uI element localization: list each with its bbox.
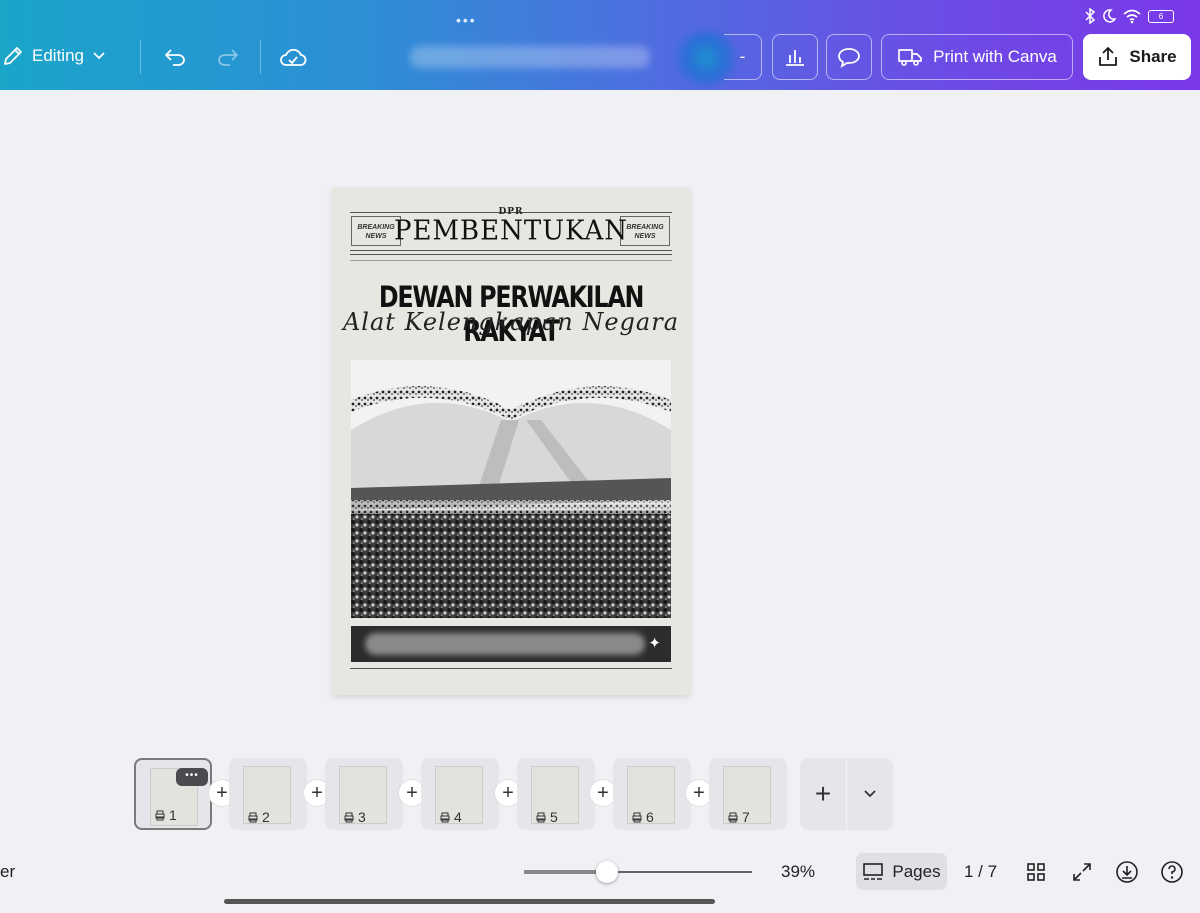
printer-icon — [248, 812, 258, 822]
thumbnail-label: 5 — [535, 809, 558, 825]
design-page[interactable]: DPR BREAKING NEWS BREAKING NEWS PEMBENTU… — [332, 188, 690, 695]
undo-icon — [165, 49, 185, 66]
script-subtitle: Alat Kelengkapan Negara — [342, 308, 680, 336]
zoom-slider-fill — [524, 870, 607, 874]
toolbar-divider — [140, 40, 141, 74]
insights-button[interactable] — [772, 34, 818, 80]
print-label: Print with Canva — [933, 47, 1057, 66]
chevron-down-icon — [93, 52, 105, 60]
download-button[interactable] — [1113, 858, 1141, 886]
printer-icon — [728, 812, 738, 822]
pages-layout-icon — [863, 862, 884, 880]
printer-icon — [440, 812, 450, 822]
page-number: 3 — [358, 809, 366, 825]
status-bar: 6 — [1084, 8, 1174, 24]
rule-line — [350, 254, 672, 255]
page-thumbnail-4[interactable]: 4 — [421, 758, 499, 830]
printer-icon — [344, 812, 354, 822]
thumbnail-label: 1 — [154, 807, 177, 823]
editing-label: Editing — [32, 46, 84, 65]
wifi-icon — [1123, 9, 1141, 24]
thumbnail-label: 7 — [727, 809, 750, 825]
pages-label: Pages — [892, 861, 941, 881]
printer-icon — [632, 812, 642, 822]
moon-icon — [1103, 9, 1116, 23]
printer-icon — [155, 810, 165, 820]
expand-icon — [1073, 863, 1091, 881]
undo-button[interactable] — [160, 40, 190, 74]
redo-button[interactable] — [213, 40, 243, 74]
masthead-title: PEMBENTUKAN — [393, 215, 629, 247]
download-circle-icon — [1116, 861, 1138, 883]
thumbnail-label: 4 — [439, 809, 462, 825]
page-thumbnail-7[interactable]: 7 — [709, 758, 787, 830]
sparkle-icon: ✦ — [648, 635, 661, 652]
add-page-button[interactable]: + — [800, 758, 846, 830]
pages-view-button[interactable]: Pages — [856, 853, 947, 890]
share-button[interactable]: Share — [1083, 34, 1191, 80]
cloud-save-button[interactable] — [278, 40, 308, 74]
page-thumbnail-3[interactable]: 3 — [325, 758, 403, 830]
collab-suffix: - — [739, 47, 746, 66]
page-thumbnail-1[interactable]: ••• 1 — [134, 758, 212, 830]
rule-line — [350, 250, 672, 251]
page-number: 4 — [454, 809, 462, 825]
share-label: Share — [1129, 47, 1177, 66]
caption-text-redacted — [365, 633, 645, 655]
add-page-options-button[interactable] — [847, 758, 893, 830]
grid-view-button[interactable] — [1022, 858, 1050, 886]
page-number: 1 — [169, 807, 177, 823]
page-counter: 1 / 7 — [964, 862, 998, 881]
zoom-level[interactable]: 39% — [781, 862, 815, 882]
toolbar-divider — [260, 40, 261, 74]
rule-line — [350, 260, 672, 261]
crowd-photo — [351, 360, 671, 618]
page-number: 2 — [262, 809, 270, 825]
battery-icon: 6 — [1148, 9, 1174, 23]
thumbnail-label: 2 — [247, 809, 270, 825]
document-title[interactable] — [410, 46, 650, 68]
thumbnail-label: 6 — [631, 809, 654, 825]
comments-button[interactable] — [826, 34, 872, 80]
add-page-group: + — [800, 758, 893, 830]
collaborators-button[interactable]: - — [724, 34, 762, 80]
printer-icon — [536, 812, 546, 822]
page-thumbnail-6[interactable]: 6 — [613, 758, 691, 830]
battery-level: 6 — [1158, 11, 1164, 21]
bar-chart-icon — [786, 50, 804, 66]
thumbnail-label: 3 — [343, 809, 366, 825]
notes-button-partial[interactable]: er — [0, 862, 15, 882]
cloud-check-icon — [280, 48, 307, 66]
redo-icon — [218, 49, 238, 66]
page-thumbnail-5[interactable]: 5 — [517, 758, 595, 830]
truck-icon — [898, 49, 922, 66]
comment-icon — [838, 48, 860, 68]
print-with-canva-button[interactable]: Print with Canva — [881, 34, 1073, 80]
chevron-down-icon — [864, 790, 876, 798]
crowd-photo-drawing — [351, 360, 671, 618]
page-thumbnail-2[interactable]: 2 — [229, 758, 307, 830]
zoom-slider-handle[interactable] — [596, 861, 618, 883]
more-options-button[interactable]: ••• — [176, 768, 208, 786]
page-number: 6 — [646, 809, 654, 825]
multitask-dots-icon[interactable]: ••• — [456, 12, 477, 28]
home-indicator — [224, 899, 715, 904]
plus-icon: + — [814, 778, 832, 809]
help-icon — [1161, 861, 1183, 883]
upload-icon — [1099, 47, 1118, 66]
top-toolbar: ••• 6 Editing - Print with Canva Share — [0, 0, 1200, 90]
page-number: 5 — [550, 809, 558, 825]
fullscreen-button[interactable] — [1068, 858, 1096, 886]
page-number: 7 — [742, 809, 750, 825]
rule-line — [350, 668, 672, 669]
grid-icon — [1027, 863, 1045, 881]
caption-banner: ✦ — [351, 626, 671, 662]
help-button[interactable] — [1158, 858, 1186, 886]
editing-mode-button[interactable]: Editing — [0, 36, 106, 76]
pencil-icon — [4, 47, 22, 65]
bluetooth-icon — [1085, 8, 1096, 24]
